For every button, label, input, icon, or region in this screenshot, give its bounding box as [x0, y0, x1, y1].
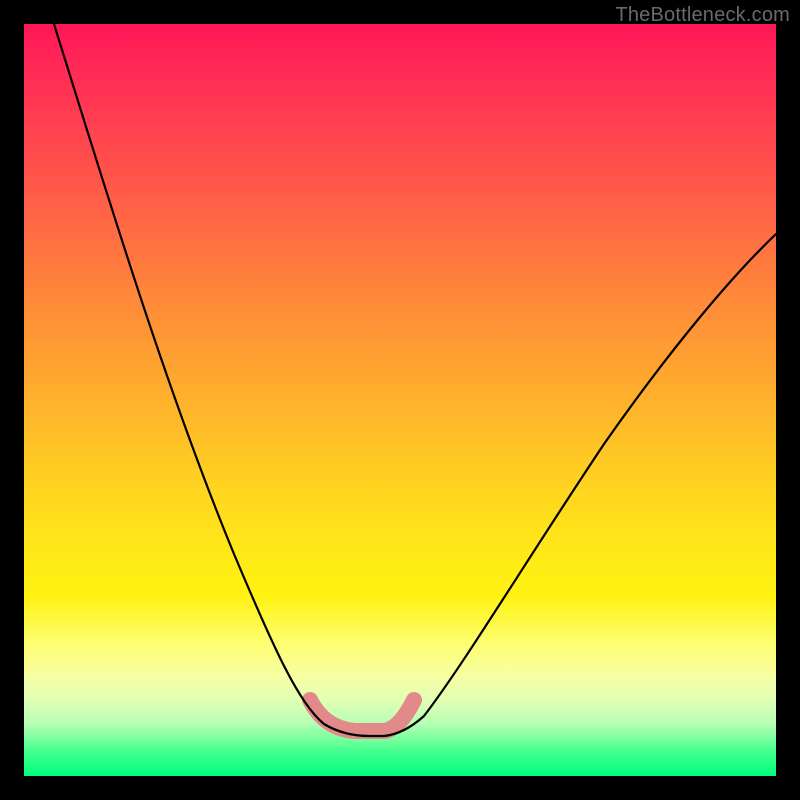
chart-frame: TheBottleneck.com: [0, 0, 800, 800]
plot-background-gradient: [24, 24, 776, 776]
watermark-text: TheBottleneck.com: [615, 4, 790, 27]
